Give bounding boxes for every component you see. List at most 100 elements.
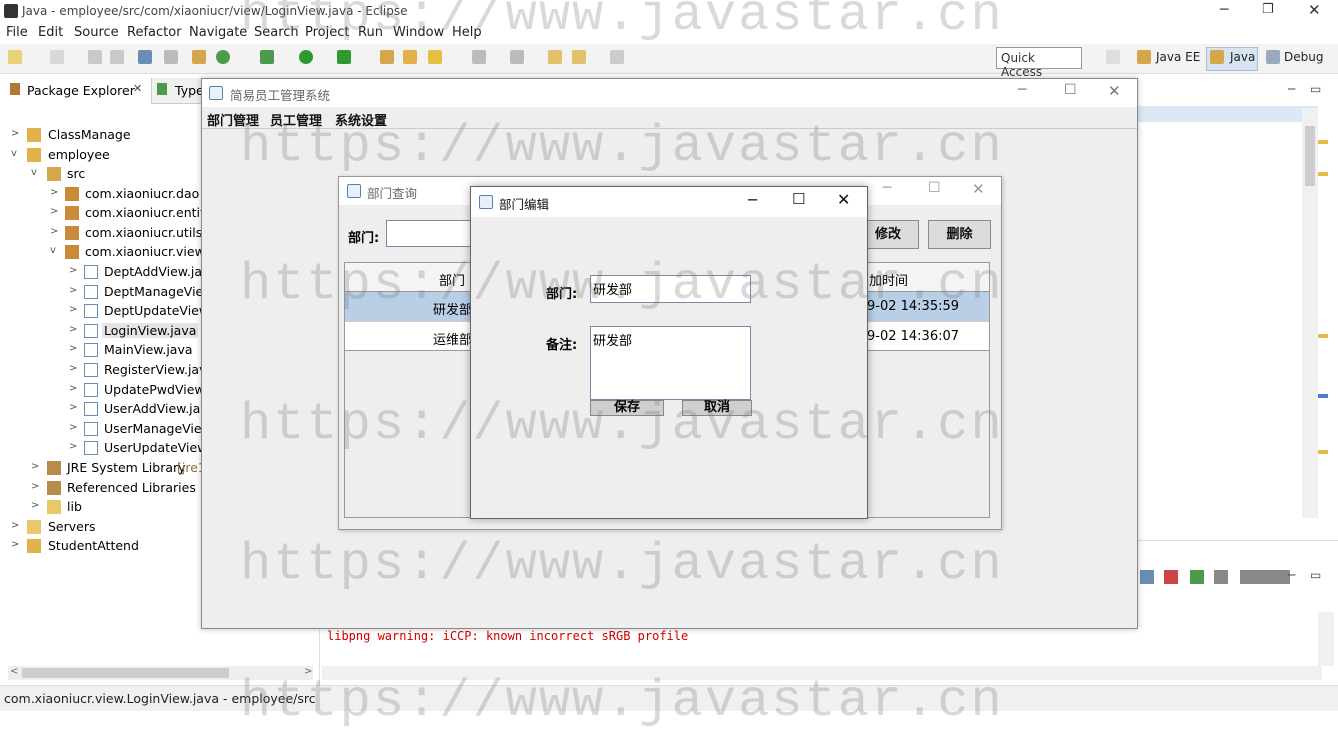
query-dept-input[interactable] [386, 220, 476, 247]
delete-button[interactable]: 删除 [928, 220, 991, 249]
tree-item-mainview[interactable]: > MainView.java [0, 341, 200, 360]
tree-item-jre[interactable]: > JRE System Library [jre1 [0, 459, 206, 478]
tree-item-userupdateview[interactable]: > UserUpdateView. [0, 439, 210, 458]
menu-edit[interactable]: Edit [38, 25, 63, 40]
perspective-java-ee[interactable]: Java EE [1156, 50, 1200, 64]
menu-refactor[interactable]: Refactor [127, 25, 182, 40]
minimize-icon[interactable]: ─ [748, 191, 757, 209]
maximize-icon[interactable]: ☐ [928, 180, 941, 196]
status-bar: com.xiaoniucr.view.LoginView.java - empl… [0, 685, 1338, 711]
back-icon[interactable] [572, 50, 586, 64]
editor-vertical-scrollbar[interactable] [1302, 108, 1318, 518]
close-tab-icon[interactable]: ✕ [133, 82, 142, 95]
search-tool-icon[interactable] [428, 50, 442, 64]
console-hscrollbar[interactable] [322, 666, 1322, 680]
tree-item-src[interactable]: v src [0, 165, 200, 184]
menu-employee-manage[interactable]: 员工管理 [270, 110, 322, 129]
maximize-icon[interactable]: ☐ [1064, 82, 1077, 98]
tree-label: JRE System Library [67, 460, 186, 475]
console-minimize-icon[interactable]: ─ [1288, 568, 1295, 582]
menu-run[interactable]: Run [358, 25, 383, 40]
scroll-thumb[interactable] [1305, 126, 1315, 186]
save-all-icon[interactable] [110, 50, 124, 64]
tree-item-deptaddview[interactable]: > DeptAddView.java [0, 263, 217, 282]
console-toolbar-icons[interactable] [1140, 570, 1290, 584]
perspective-java[interactable]: Java [1230, 50, 1255, 64]
menu-project[interactable]: Project [305, 25, 349, 40]
tree-item-studentattend[interactable]: > StudentAttend [0, 537, 200, 556]
package-explorer-tabbar: Package Explorer ✕ Type [0, 78, 210, 104]
tree-item-lib[interactable]: > lib [0, 498, 200, 517]
tree-item-dao[interactable]: > com.xiaoniucr.dao [0, 185, 220, 204]
tree-item-entity[interactable]: > com.xiaoniucr.entity [0, 204, 220, 223]
tree-item-usermanageview[interactable]: > UserManageView [0, 420, 212, 439]
tree-item-useraddview[interactable]: > UserAddView.java [0, 400, 215, 419]
tree-item-servers[interactable]: > Servers [0, 518, 200, 537]
debug-icon[interactable] [260, 50, 274, 64]
explorer-horizontal-scrollbar[interactable]: < > [8, 666, 313, 680]
tab-type[interactable]: Type [175, 83, 204, 98]
tree-label: com.xiaoniucr.dao [85, 186, 200, 201]
console-scrollbar[interactable] [1318, 612, 1334, 666]
column-header-time[interactable]: 加时间 [869, 270, 908, 289]
open-folder-icon[interactable] [403, 50, 417, 64]
skip-breakpoints-icon[interactable] [164, 50, 178, 64]
new-icon[interactable] [8, 50, 22, 64]
panel-maximize-icon[interactable]: ▭ [1310, 82, 1321, 96]
menu-window[interactable]: Window [393, 25, 444, 40]
tree-item-deptupdateview[interactable]: > DeptUpdateView. [0, 302, 212, 321]
run-icon[interactable] [299, 50, 313, 64]
panel-minimize-icon[interactable]: ─ [1288, 82, 1295, 96]
scroll-right-icon[interactable]: > [304, 666, 312, 677]
edit-remark-textarea[interactable]: 研发部 [590, 326, 751, 400]
tree-item-deptmanageview[interactable]: > DeptManageView [0, 283, 213, 302]
minimize-icon[interactable]: ─ [1018, 82, 1026, 98]
cancel-button[interactable]: 取消 [682, 400, 752, 416]
tree-item-employee[interactable]: v employee [0, 146, 200, 165]
minimize-icon[interactable]: ─ [1220, 2, 1228, 18]
tree-item-registerview[interactable]: > RegisterView.java [0, 361, 214, 380]
menu-navigate[interactable]: Navigate [189, 25, 247, 40]
scroll-left-icon[interactable]: < [10, 666, 18, 677]
tree-item-classmanage[interactable]: > ClassManage [0, 126, 200, 145]
menu-dept-manage[interactable]: 部门管理 [207, 110, 259, 129]
maximize-icon[interactable]: ☐ [792, 190, 805, 208]
close-icon[interactable]: ✕ [972, 180, 985, 198]
menu-help[interactable]: Help [452, 25, 482, 40]
save-button[interactable]: 保存 [590, 400, 664, 416]
tree-item-updatepwdview[interactable]: > UpdatePwdView.j [0, 381, 211, 400]
scroll-thumb[interactable] [22, 668, 229, 678]
edit-dept-label: 部门: [546, 287, 578, 302]
tree-item-view[interactable]: v com.xiaoniucr.view [0, 243, 220, 262]
save-icon[interactable] [88, 50, 102, 64]
last-edit-icon[interactable] [548, 50, 562, 64]
menu-source[interactable]: Source [74, 25, 119, 40]
minimize-icon[interactable]: ─ [883, 180, 891, 196]
perspective-debug[interactable]: Debug [1284, 50, 1323, 64]
tree-item-loginview[interactable]: > LoginView.java [0, 322, 200, 341]
close-icon[interactable]: ✕ [837, 190, 850, 209]
menu-search[interactable]: Search [254, 25, 299, 40]
tree-item-utils[interactable]: > com.xiaoniucr.utils [0, 224, 220, 243]
restore-icon[interactable]: ❐ [1262, 2, 1274, 17]
edit-dept-input[interactable]: 研发部 [590, 275, 751, 303]
next-annotation-icon[interactable] [472, 50, 486, 64]
quick-access-input[interactable]: Quick Access [996, 47, 1082, 79]
prev-annotation-icon[interactable] [510, 50, 524, 64]
console-maximize-icon[interactable]: ▭ [1310, 568, 1321, 582]
close-icon[interactable]: ✕ [1308, 1, 1321, 19]
menu-system-settings[interactable]: 系统设置 [335, 110, 387, 129]
console-icon[interactable] [138, 50, 152, 64]
open-icon[interactable] [50, 50, 64, 64]
new-package-icon[interactable] [192, 50, 206, 64]
forward-icon[interactable] [610, 50, 624, 64]
new-class-icon[interactable] [216, 50, 230, 64]
tree-item-referenced-libraries[interactable]: > Referenced Libraries [0, 479, 200, 498]
coverage-icon[interactable] [337, 50, 351, 64]
close-icon[interactable]: ✕ [1108, 82, 1121, 100]
tab-package-explorer[interactable]: Package Explorer ✕ [0, 78, 152, 104]
open-perspective-icon[interactable] [1106, 50, 1120, 64]
menu-file[interactable]: File [6, 25, 28, 40]
column-header-dept[interactable]: 部门 [439, 270, 465, 289]
open-type-icon[interactable] [380, 50, 394, 64]
